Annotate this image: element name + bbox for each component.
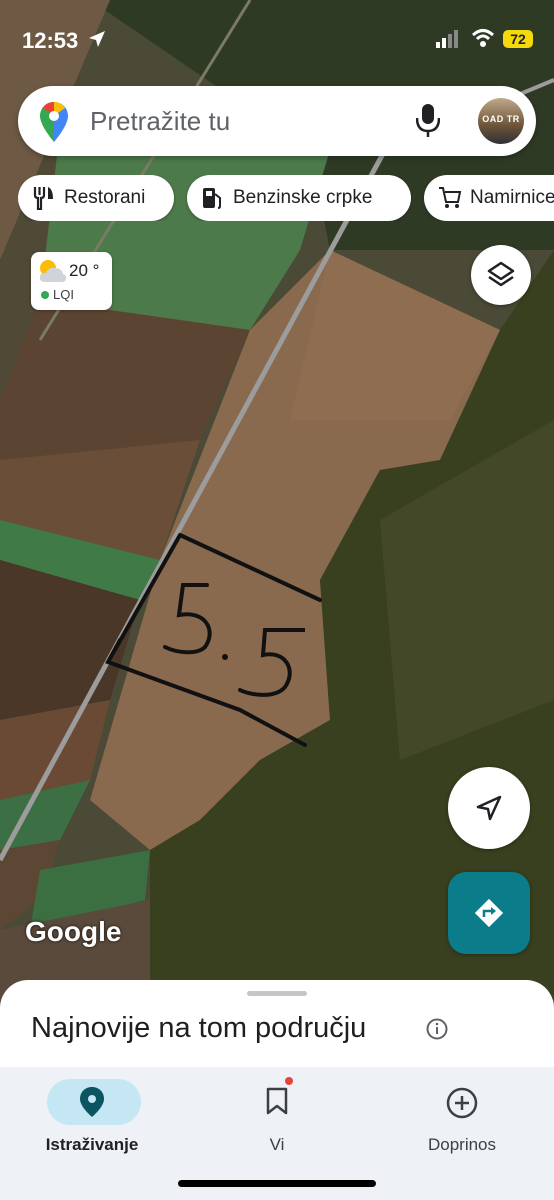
chip-groceries[interactable]: Namirnice [424, 175, 554, 221]
battery-icon: 72 [503, 30, 533, 48]
search-bar[interactable]: Pretražite tu OAD TR [18, 86, 536, 156]
restaurant-icon [33, 187, 53, 210]
weather-aqi: LQI [53, 287, 74, 302]
signal-icon [436, 30, 458, 48]
sheet-drag-handle[interactable] [247, 991, 307, 996]
bottom-sheet[interactable]: Najnovije na tom području [0, 980, 554, 1080]
status-time: 12:53 [22, 28, 79, 53]
avatar[interactable]: OAD TR [478, 98, 524, 144]
chip-gas-stations[interactable]: Benzinske crpke [187, 175, 411, 221]
mic-icon[interactable] [416, 104, 440, 138]
category-chips: Restorani Benzinske crpke Namirnice [18, 175, 554, 221]
layers-icon [487, 261, 515, 287]
directions-button[interactable] [448, 872, 530, 954]
bookmark-icon [266, 1087, 288, 1115]
nav-contribute[interactable]: Doprinos [382, 1073, 542, 1163]
add-circle-icon [446, 1087, 478, 1119]
aqi-dot [41, 291, 49, 299]
avatar-art: OAD TR [482, 114, 520, 124]
status-bar: 12:53 72 [0, 0, 554, 80]
location-arrow-icon [89, 31, 105, 47]
info-icon[interactable] [426, 1018, 448, 1040]
search-input[interactable]: Pretražite tu [90, 106, 230, 137]
chip-label: Benzinske crpke [233, 187, 373, 208]
sheet-title: Najnovije na tom području [31, 1012, 367, 1044]
nav-label: Doprinos [427, 1135, 497, 1154]
gas-station-icon [203, 188, 221, 209]
home-indicator[interactable] [178, 1180, 376, 1187]
chip-label: Namirnice [470, 187, 554, 208]
my-location-button[interactable] [448, 767, 530, 849]
partly-cloudy-icon [39, 260, 67, 282]
directions-icon [474, 898, 504, 928]
weather-temp: 20 ° [69, 261, 100, 280]
nav-label: Vi [269, 1135, 285, 1154]
nav-label: Istraživanje [45, 1135, 139, 1154]
drawn-annotation [163, 583, 305, 697]
notification-badge [285, 1077, 293, 1085]
layers-button[interactable] [471, 245, 531, 305]
chip-label: Restorani [64, 187, 146, 208]
shopping-cart-icon [439, 187, 462, 208]
nav-explore[interactable]: Istraživanje [12, 1073, 172, 1163]
weather-widget[interactable]: 20 ° LQI [31, 252, 112, 310]
maps-logo-icon [40, 102, 68, 142]
nav-you[interactable]: Vi [197, 1073, 357, 1163]
chip-restaurants[interactable]: Restorani [18, 175, 174, 221]
google-attribution: Google [25, 916, 122, 947]
pin-icon [80, 1087, 104, 1117]
navigation-arrow-icon [476, 795, 502, 821]
wifi-icon [471, 29, 495, 47]
